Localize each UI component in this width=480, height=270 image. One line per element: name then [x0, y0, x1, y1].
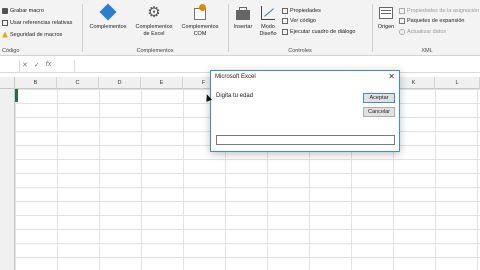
select-all-corner[interactable] — [0, 77, 15, 89]
map-properties-button[interactable]: Propiedades de la asignación — [399, 6, 479, 15]
excel-addins-label-1: Complementos — [135, 24, 173, 30]
view-code-icon — [282, 17, 288, 24]
view-code-button[interactable]: Ver código — [282, 16, 316, 25]
separator — [372, 4, 373, 52]
design-mode-icon — [259, 4, 277, 22]
macro-security-label: Seguridad de macros — [10, 31, 63, 38]
gear-icon: ⚙ — [147, 4, 161, 21]
code-group-label: Código — [2, 48, 20, 54]
properties-label: Propiedades — [290, 7, 321, 14]
map-properties-label: Propiedades de la asignación — [407, 7, 480, 14]
map-properties-icon — [399, 7, 405, 14]
active-cell-indicator — [15, 89, 18, 102]
formula-buttons: ✕ ✓ fx — [22, 61, 51, 69]
age-input[interactable] — [216, 135, 395, 145]
code-group: Grabar macro Usar referencias relativas … — [2, 0, 80, 56]
design-mode-label-2: Diseño — [259, 30, 277, 37]
addins-button-label: Complementos — [89, 24, 127, 30]
design-mode-button[interactable]: Modo Diseño — [256, 4, 280, 37]
addins-group: Complementos ⚙ Complementos de Excel Com… — [84, 0, 226, 56]
column-header-b[interactable]: B — [15, 77, 57, 89]
expansion-packs-button[interactable]: Paquetes de expansión — [399, 16, 465, 25]
column-header-e[interactable]: E — [141, 77, 183, 89]
xml-group-label: XML — [421, 48, 433, 54]
xml-source-button[interactable]: Origen — [374, 4, 398, 31]
cancel-button[interactable]: Cancelar — [363, 107, 395, 117]
xml-source-label: Origen — [377, 24, 395, 30]
addins-group-label: Complementos — [136, 48, 174, 54]
refresh-icon — [399, 28, 405, 35]
cancel-entry-icon[interactable]: ✕ — [22, 61, 28, 69]
warning-icon — [2, 31, 8, 38]
run-dialog-button[interactable]: Ejecutar cuadro de diálogo — [282, 27, 355, 36]
addins-button[interactable]: Complementos — [86, 3, 130, 31]
confirm-entry-icon[interactable]: ✓ — [34, 61, 40, 69]
ok-button[interactable]: Aceptar — [363, 93, 395, 103]
com-addins-label-1: Complementos — [181, 24, 219, 30]
com-addins-button[interactable]: Complementos COM — [178, 4, 222, 37]
record-macro-button[interactable]: Grabar macro — [2, 6, 44, 15]
expansion-packs-icon — [399, 17, 405, 24]
relative-references-icon — [2, 19, 8, 26]
separator — [228, 4, 229, 52]
com-addins-label-2: COM — [193, 30, 207, 37]
macro-security-button[interactable]: Seguridad de macros — [2, 30, 62, 39]
dialog-title-bar[interactable]: Microsoft Excel ✕ — [211, 71, 399, 83]
column-header-l[interactable]: L — [435, 77, 480, 89]
refresh-data-label: Actualizar datos — [407, 28, 447, 35]
insert-control-button[interactable]: Insertar — [230, 4, 256, 31]
controls-group: Insertar Modo Diseño Propiedades Ver cód… — [230, 0, 370, 56]
excel-addins-button[interactable]: ⚙ Complementos de Excel — [132, 4, 176, 37]
insert-function-icon[interactable]: fx — [46, 61, 51, 69]
separator — [82, 4, 83, 52]
name-box[interactable] — [0, 60, 20, 72]
view-code-label: Ver código — [290, 17, 316, 24]
dialog-prompt: Digita tu edad — [216, 93, 254, 99]
controls-group-label: Controles — [288, 48, 312, 54]
column-header-d[interactable]: D — [99, 77, 141, 89]
close-icon[interactable]: ✕ — [388, 72, 395, 81]
relative-references-label: Usar referencias relativas — [10, 19, 73, 26]
dialog-title: Microsoft Excel — [215, 74, 256, 80]
input-dialog: Microsoft Excel ✕ Digita tu edad Aceptar… — [210, 70, 400, 152]
record-macro-label: Grabar macro — [10, 7, 44, 14]
relative-references-button[interactable]: Usar referencias relativas — [2, 18, 72, 27]
store-icon — [99, 3, 117, 22]
properties-icon — [282, 7, 288, 14]
run-dialog-label: Ejecutar cuadro de diálogo — [290, 28, 356, 35]
ribbon: Grabar macro Usar referencias relativas … — [0, 0, 480, 56]
record-macro-icon — [2, 7, 8, 14]
toolbox-icon — [234, 4, 252, 22]
column-header-c[interactable]: C — [57, 77, 99, 89]
expansion-packs-label: Paquetes de expansión — [407, 17, 465, 24]
xml-source-icon — [377, 4, 395, 22]
row-headers[interactable] — [0, 89, 15, 270]
refresh-data-button[interactable]: Actualizar datos — [399, 27, 446, 36]
excel-addins-label-2: de Excel — [143, 30, 165, 37]
insert-control-label: Insertar — [233, 24, 253, 30]
xml-group: Origen Propiedades de la asignación Paqu… — [374, 0, 480, 56]
properties-button[interactable]: Propiedades — [282, 6, 321, 15]
run-dialog-icon — [282, 28, 288, 35]
com-addin-icon — [191, 4, 209, 22]
